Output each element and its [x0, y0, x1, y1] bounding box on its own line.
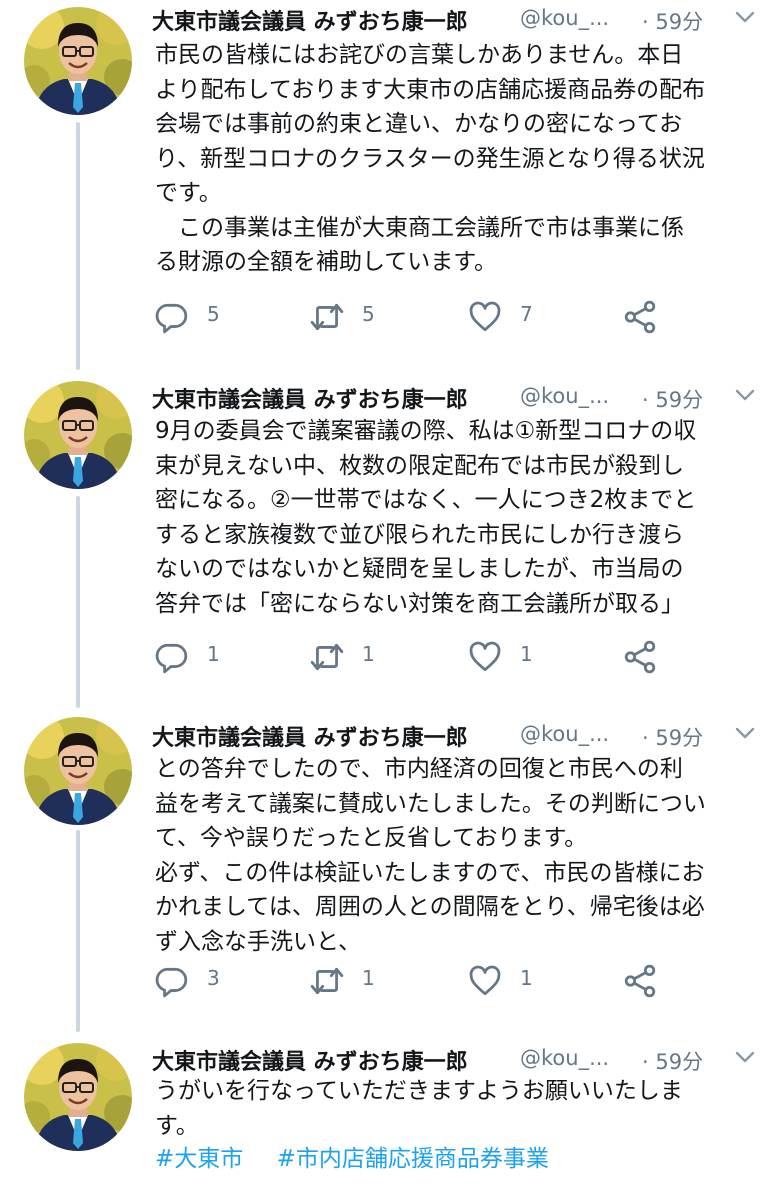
chevron-down-icon[interactable]	[732, 382, 758, 408]
tweet-text-line: すると家族複数で並び限られた市民にしか行き渡ら	[155, 521, 684, 548]
tweet[interactable]: 大東市議会議員 みずおち康一郎 @kou_... · 59分 との答弁でしたので…	[0, 716, 784, 1032]
like-count: 1	[520, 642, 533, 666]
tweet-text-line: 密になる。②一世帯ではなく、一人につき2枚までと	[155, 487, 697, 513]
tweet[interactable]: 大東市議会議員 みずおち康一郎 @kou_... · 59分 市民の皆様にはお詫…	[0, 0, 784, 370]
retweet-icon	[310, 300, 344, 334]
tweet-thread: 大東市議会議員 みずおち康一郎 @kou_... · 59分 市民の皆様にはお詫…	[0, 0, 784, 1200]
retweet-count: 1	[362, 966, 375, 990]
tweet-actions: 1 1 1	[155, 636, 675, 676]
tweet-header: 大東市議会議員 みずおち康一郎 @kou_... · 59分	[152, 378, 762, 418]
hashtag-list: #大東市 #市内店舗応援商品券事業	[155, 1142, 575, 1176]
avatar[interactable]	[24, 7, 132, 115]
reply-icon	[155, 964, 189, 998]
hashtag-link[interactable]: #大東市	[155, 1146, 243, 1172]
like-count: 7	[520, 302, 533, 326]
tweet-text: 市民の皆様にはお詫びの言葉しかありません。本日 より配布しております大東市の店舗…	[155, 38, 755, 280]
chevron-down-icon[interactable]	[732, 720, 758, 746]
username-handle[interactable]: @kou_...	[520, 1046, 609, 1070]
avatar[interactable]	[24, 1043, 132, 1151]
chevron-down-icon[interactable]	[732, 1044, 758, 1070]
heart-icon	[468, 640, 502, 674]
reply-count: 1	[207, 642, 220, 666]
display-name[interactable]: 大東市議会議員 みずおち康一郎	[152, 4, 468, 36]
tweet-text-line: り、新型コロナのクラスターの発生源となり得る状況	[155, 145, 705, 172]
reply-icon	[155, 640, 189, 674]
tweet-text: うがいを行なっていただきますようお願いいたしま す。	[155, 1074, 755, 1143]
tweet-text-line: です。	[155, 180, 222, 206]
tweet-text-line: 会場では事前の約束と違い、かなりの密になってお	[155, 111, 683, 137]
tweet-text-line: す。	[155, 1112, 199, 1139]
timestamp[interactable]: · 59分	[642, 6, 703, 36]
tweet[interactable]: 大東市議会議員 みずおち康一郎 @kou_... · 59分 うがいを行なってい…	[0, 1040, 784, 1200]
display-name[interactable]: 大東市議会議員 みずおち康一郎	[152, 1044, 468, 1076]
hashtag-link[interactable]: #市内店舗応援商品券事業	[277, 1146, 549, 1172]
tweet-text-line: て、今や誤りだったと反省しております。	[155, 825, 588, 851]
tweet-text-line: との答弁でしたので、市内経済の回復と市民への利	[155, 756, 683, 782]
tweet-text-line: より配布しております大東市の店舗応援商品券の配布	[155, 76, 706, 103]
username-handle[interactable]: @kou_...	[520, 6, 609, 30]
tweet-header: 大東市議会議員 みずおち康一郎 @kou_... · 59分	[152, 716, 762, 756]
tweet-text-line: ず入念な手洗いと、	[155, 928, 362, 955]
avatar[interactable]	[24, 717, 132, 825]
tweet-text: 9月の委員会で議案審議の際、私は①新型コロナの収 束が見えない中、枚数の限定配布…	[155, 414, 755, 621]
heart-icon	[468, 964, 502, 998]
reply-icon	[155, 300, 189, 334]
timestamp[interactable]: · 59分	[642, 722, 703, 752]
retweet-count: 1	[362, 642, 375, 666]
tweet-text-line: 答弁では「密にならない対策を商工会議所が取る」	[155, 590, 684, 617]
display-name[interactable]: 大東市議会議員 みずおち康一郎	[152, 720, 468, 752]
tweet[interactable]: 大東市議会議員 みずおち康一郎 @kou_... · 59分 9月の委員会で議案…	[0, 378, 784, 708]
display-name[interactable]: 大東市議会議員 みずおち康一郎	[152, 382, 468, 414]
tweet-text-line: 9月の委員会で議案審議の際、私は①新型コロナの収	[155, 418, 697, 444]
avatar[interactable]	[24, 381, 132, 489]
tweet-text-line: うがいを行なっていただきますようお願いいたしま	[155, 1078, 683, 1104]
tweet-text-line: 益を考えて議案に賛成いたしました。その判断につい	[155, 790, 706, 817]
tweet-text-line: ないのではないかと疑問を呈しましたが、市当局の	[155, 556, 684, 582]
tweet-text-line: る財源の全額を補助しています。	[155, 249, 498, 275]
share-icon	[623, 964, 657, 998]
tweet-text-line: 必ず、この件は検証いたしますので、市民の皆様にお	[155, 859, 705, 886]
timestamp[interactable]: · 59分	[642, 384, 703, 414]
like-count: 1	[520, 966, 533, 990]
retweet-count: 5	[362, 302, 375, 326]
tweet-header: 大東市議会議員 みずおち康一郎 @kou_... · 59分	[152, 0, 762, 40]
username-handle[interactable]: @kou_...	[520, 722, 609, 746]
chevron-down-icon[interactable]	[732, 4, 758, 30]
reply-count: 5	[207, 302, 220, 326]
timestamp[interactable]: · 59分	[642, 1046, 703, 1076]
username-handle[interactable]: @kou_...	[520, 384, 609, 408]
share-icon	[623, 640, 657, 674]
heart-icon	[468, 300, 502, 334]
tweet-actions: 5 5 7	[155, 296, 675, 336]
retweet-icon	[310, 640, 344, 674]
share-icon	[623, 300, 657, 334]
tweet-text-line: この事業は主催が大東商工会議所で市は事業に係	[155, 214, 684, 241]
tweet-text-line: 市民の皆様にはお詫びの言葉しかありません。本日	[155, 42, 684, 68]
reply-count: 3	[207, 966, 220, 990]
tweet-actions: 3 1 1	[155, 960, 675, 1000]
retweet-icon	[310, 964, 344, 998]
tweet-text-line: かれましては、周囲の人との間隔をとり、帰宅後は必	[155, 894, 705, 920]
tweet-text-line: 束が見えない中、枚数の限定配布では市民が殺到し	[155, 452, 684, 479]
tweet-text: との答弁でしたので、市内経済の回復と市民への利 益を考えて議案に賛成いたしました…	[155, 752, 755, 959]
